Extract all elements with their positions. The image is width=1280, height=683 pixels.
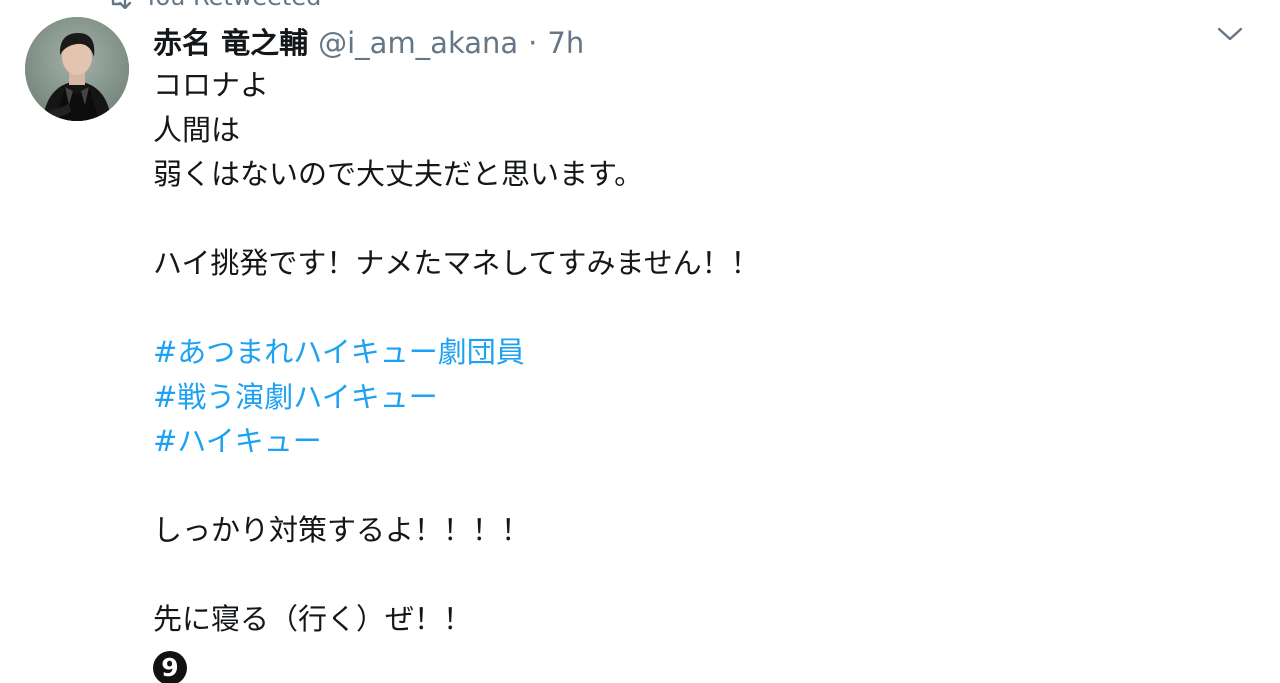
tweet-screenshot: You Retweeted 赤名 竜之輔 @i_am_akana · 7h (0, 0, 1280, 683)
retweet-icon (104, 0, 134, 10)
chevron-down-icon (1217, 27, 1243, 41)
hashtag-line: #ハイキュー (153, 419, 1233, 464)
hashtag-link[interactable]: #戦う演劇ハイキュー (153, 380, 438, 414)
retweet-context-label: You Retweeted (144, 0, 321, 11)
emoji-line: 9 (153, 642, 1233, 683)
hashtag-link[interactable]: #ハイキュー (153, 424, 322, 458)
retweet-context: You Retweeted (104, 0, 321, 11)
tweet-line: 弱くはないので大丈夫だと思います。 (153, 157, 644, 191)
tweet-header: 赤名 竜之輔 @i_am_akana · 7h (153, 20, 584, 60)
avatar[interactable] (25, 17, 129, 121)
hashtag-line: #戦う演劇ハイキュー (153, 375, 1233, 420)
tweet-line: ハイ挑発です！ナメたマネしてすみません！！ (153, 246, 760, 280)
hashtag-line: #あつまれハイキュー劇団員 (153, 330, 1233, 375)
hashtag-link[interactable]: #あつまれハイキュー劇団員 (153, 335, 525, 369)
tweet-line: しっかり対策するよ！！！！ (153, 513, 531, 547)
tweet-timestamp[interactable]: 7h (547, 26, 584, 60)
tweet-menu-button[interactable] (1208, 14, 1252, 54)
avatar-photo-icon (25, 17, 129, 121)
tweet-line: 先に寝る（行く）ぜ！！ (153, 602, 473, 636)
tweet-text: コロナよ 人間は 弱くはないので大丈夫だと思います。 ハイ挑発です！ナメたマネし… (153, 63, 1233, 683)
display-name[interactable]: 赤名 竜之輔 (153, 20, 308, 62)
tweet-line: 人間は (153, 112, 241, 147)
tweet-line: コロナよ (153, 68, 270, 102)
header-separator: · (528, 26, 538, 60)
user-handle[interactable]: @i_am_akana (318, 26, 518, 60)
keycap-nine-icon: 9 (153, 650, 187, 683)
